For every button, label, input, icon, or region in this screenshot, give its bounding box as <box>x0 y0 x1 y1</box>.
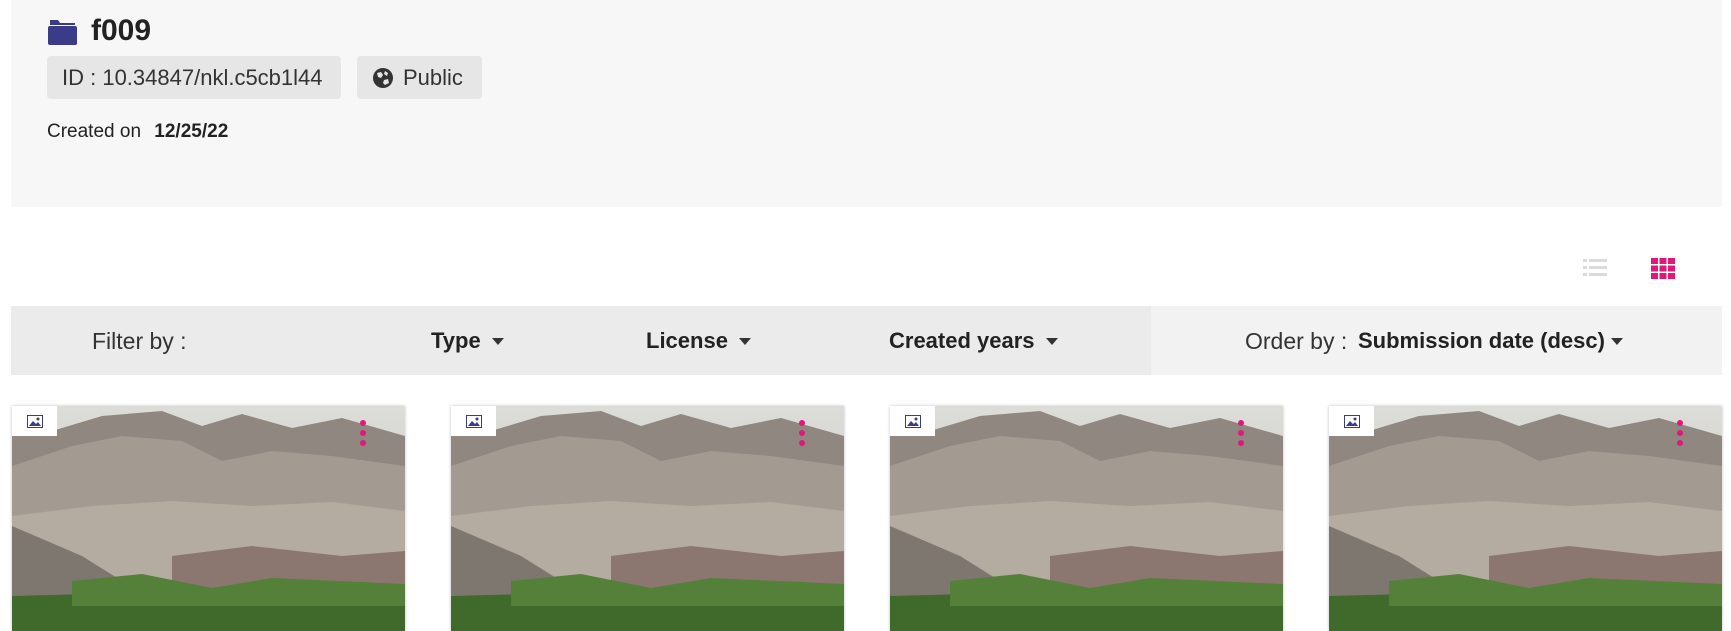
grid-view-icon[interactable] <box>1651 256 1675 280</box>
more-vertical-icon[interactable] <box>798 420 806 446</box>
created-info: Created on 12/25/22 <box>47 121 228 143</box>
image-type-chip <box>12 406 57 436</box>
filter-bar: Filter by : Type License Created years O… <box>11 306 1722 375</box>
image-icon <box>904 414 921 428</box>
created-years-filter-label: Created years <box>889 328 1035 353</box>
image-icon <box>1343 414 1360 428</box>
result-card[interactable] <box>12 406 405 631</box>
image-icon <box>465 414 482 428</box>
folder-icon <box>48 19 77 45</box>
thumbnail-image <box>890 406 1283 631</box>
type-filter-dropdown[interactable]: Type <box>431 328 504 354</box>
license-filter-label: License <box>646 328 728 353</box>
caret-down-icon <box>491 337 504 345</box>
visibility-label: Public <box>403 64 463 90</box>
dataset-id-badge: ID : 10.34847/nkl.c5cb1l44 <box>47 56 341 99</box>
image-icon <box>26 414 43 428</box>
type-filter-label: Type <box>431 328 481 353</box>
list-view-icon[interactable] <box>1583 256 1607 280</box>
result-card[interactable] <box>451 406 844 631</box>
caret-down-icon <box>1045 337 1058 345</box>
thumbnail-image <box>1329 406 1722 631</box>
image-type-chip <box>890 406 935 436</box>
result-card[interactable] <box>1329 406 1722 631</box>
visibility-badge: Public <box>357 56 482 99</box>
order-by-dropdown[interactable]: Submission date (desc) <box>1358 328 1623 354</box>
created-date: 12/25/22 <box>154 121 229 142</box>
thumbnail-image <box>451 406 844 631</box>
image-type-chip <box>1329 406 1374 436</box>
created-years-filter-dropdown[interactable]: Created years <box>889 328 1058 354</box>
caret-down-icon <box>1610 337 1623 345</box>
dataset-title: f009 <box>91 14 152 47</box>
more-vertical-icon[interactable] <box>1676 420 1684 446</box>
order-by-label: Order by : <box>1245 328 1348 354</box>
image-type-chip <box>451 406 496 436</box>
dataset-header <box>11 0 1722 207</box>
result-card[interactable] <box>890 406 1283 631</box>
order-by-value: Submission date (desc) <box>1358 328 1605 353</box>
filter-by-label: Filter by : <box>92 328 187 354</box>
caret-down-icon <box>738 337 751 345</box>
dataset-title-row: f009 <box>47 14 151 48</box>
more-vertical-icon[interactable] <box>359 420 367 446</box>
more-vertical-icon[interactable] <box>1237 420 1245 446</box>
thumbnail-image <box>12 406 405 631</box>
license-filter-dropdown[interactable]: License <box>646 328 751 354</box>
created-label: Created on <box>47 121 142 142</box>
globe-icon <box>373 67 393 88</box>
